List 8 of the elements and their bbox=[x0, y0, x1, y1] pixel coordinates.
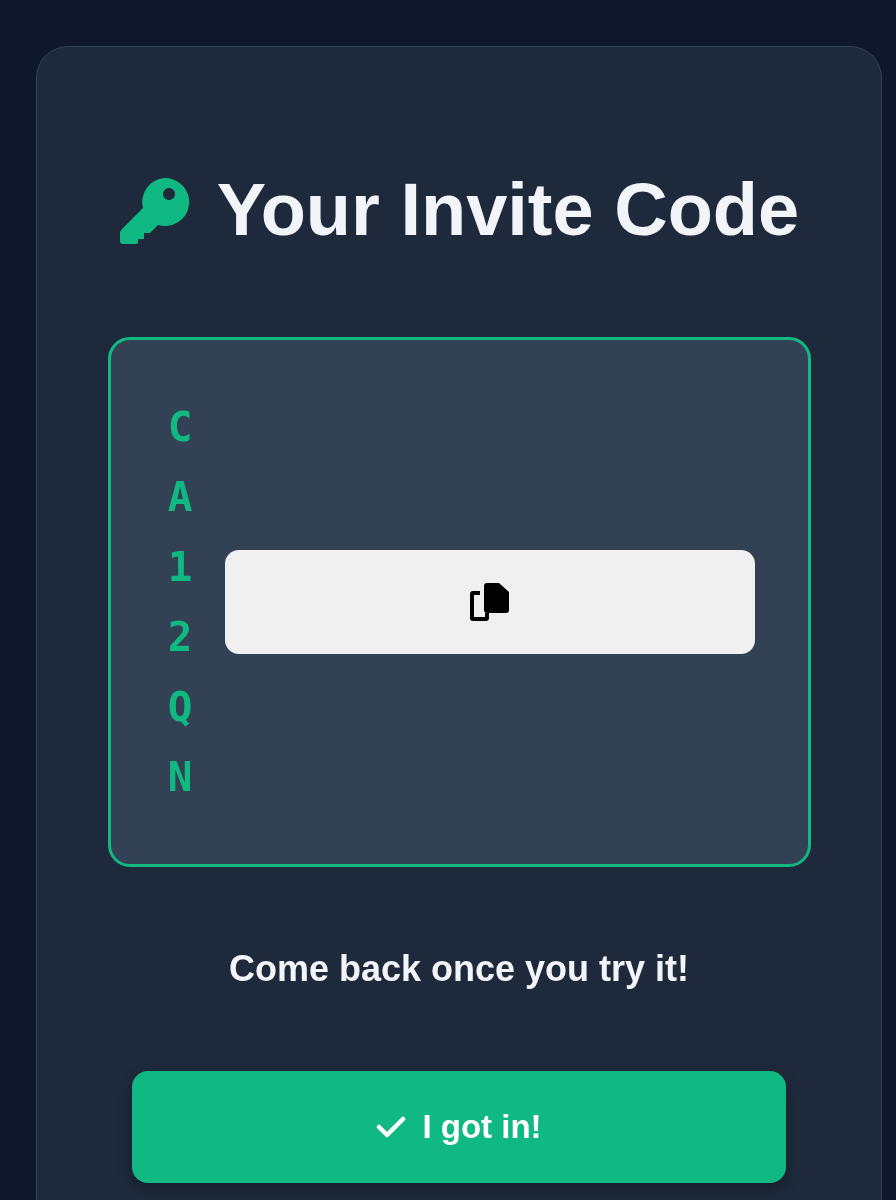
key-icon bbox=[118, 176, 191, 244]
page-title: Your Invite Code bbox=[216, 168, 800, 252]
check-icon bbox=[376, 1115, 407, 1139]
invite-code: CA12QN bbox=[166, 402, 194, 803]
message-text: Come back once you try it! bbox=[228, 947, 690, 991]
confirm-button[interactable]: I got in! bbox=[132, 1071, 786, 1183]
copy-button[interactable] bbox=[224, 550, 755, 654]
copy-icon bbox=[469, 583, 510, 621]
